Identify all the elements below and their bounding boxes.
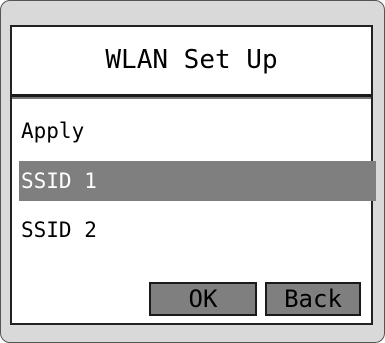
dialog-title: WLAN Set Up xyxy=(105,45,278,75)
menu-item-apply[interactable]: Apply xyxy=(19,111,376,151)
back-button[interactable]: Back xyxy=(265,282,361,316)
menu-item-ssid-1[interactable]: SSID 1 xyxy=(19,161,376,201)
device-frame: WLAN Set Up Apply SSID 1 SSID 2 OK Back xyxy=(0,0,385,343)
title-bar: WLAN Set Up xyxy=(12,27,371,94)
title-divider xyxy=(12,94,371,99)
wlan-setup-dialog: WLAN Set Up Apply SSID 1 SSID 2 OK Back xyxy=(10,25,376,325)
ok-button[interactable]: OK xyxy=(149,282,257,316)
menu-item-ssid-2[interactable]: SSID 2 xyxy=(19,210,376,250)
